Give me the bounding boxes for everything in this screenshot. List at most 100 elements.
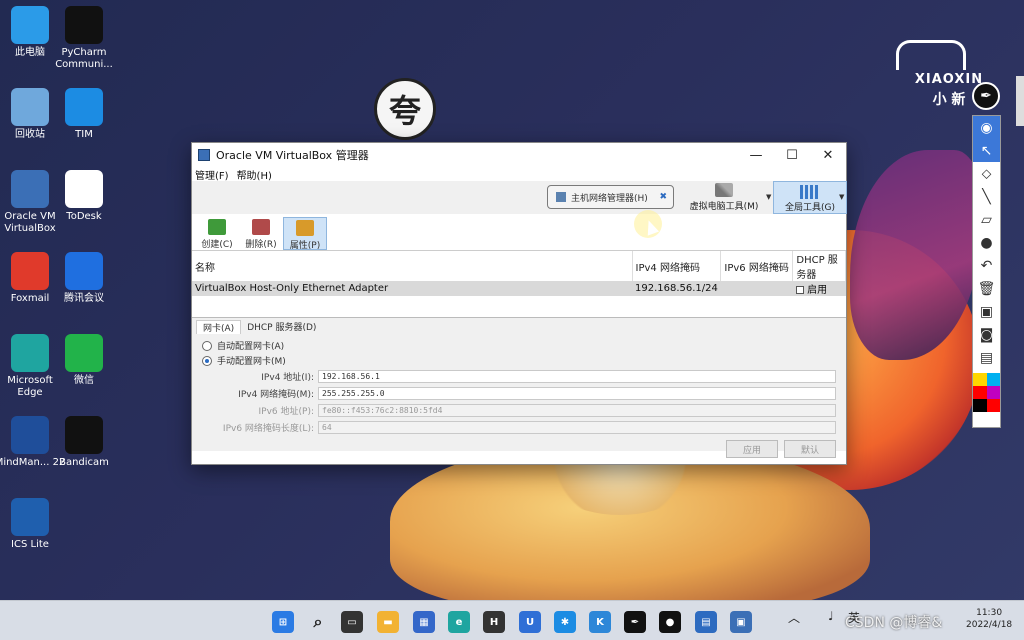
virtualbox-icon bbox=[11, 170, 49, 208]
properties-icon bbox=[296, 220, 314, 236]
ipv6-address-label: IPv6 地址(P): bbox=[258, 407, 314, 417]
ipv4-mask-row: IPv4 网络掩码(M): 255.255.255.0 bbox=[202, 385, 836, 402]
eraser-icon[interactable]: ⬦ bbox=[973, 162, 1000, 185]
button-row: 应用 默认 bbox=[202, 440, 836, 458]
edge-icon bbox=[11, 334, 49, 372]
vm-tools-button[interactable]: 虚拟电脑工具(M) bbox=[682, 183, 766, 213]
ipv6-length-row: IPv6 网络掩码长度(L): 64 bbox=[202, 419, 836, 436]
clock-time: 11:30 bbox=[976, 608, 1003, 618]
virtualbox-taskbar-icon[interactable]: ▣ bbox=[730, 611, 752, 633]
close-button[interactable]: ✕ bbox=[810, 143, 846, 167]
tray-chevron-icon[interactable]: ︿ bbox=[788, 609, 800, 626]
maximize-button[interactable]: ☐ bbox=[774, 143, 810, 167]
pycharm-icon bbox=[65, 6, 103, 44]
edge-taskbar-icon[interactable]: e bbox=[448, 611, 470, 633]
properties-label: 属性(P) bbox=[289, 241, 321, 251]
clipboard-icon[interactable]: ▤ bbox=[973, 346, 1000, 369]
desktop-icon-label: 微信 bbox=[74, 375, 94, 386]
col-dhcp[interactable]: DHCP 服务器 bbox=[792, 251, 846, 281]
menu-help[interactable]: 帮助(H) bbox=[237, 167, 272, 182]
desktop-icon-label: 腾讯会议 bbox=[64, 293, 104, 304]
tab-adapter[interactable]: 网卡(A) bbox=[196, 320, 242, 334]
tencent-meeting-icon bbox=[65, 252, 103, 290]
desktop-icon[interactable]: TIM bbox=[48, 88, 120, 141]
color-palette[interactable] bbox=[973, 373, 1000, 412]
global-tools-label: 全局工具(G) bbox=[785, 203, 835, 213]
menu-manage[interactable]: 管理(F) bbox=[195, 167, 229, 182]
pen-app-icon[interactable]: ✒ bbox=[624, 611, 646, 633]
dhcp-checkbox[interactable] bbox=[795, 286, 804, 294]
desktop-icon-label: PyCharm Communi... bbox=[55, 47, 113, 70]
undo-icon[interactable]: ↶ bbox=[973, 254, 1000, 277]
ipv6-length-field[interactable]: 64 bbox=[318, 421, 836, 434]
radio-manual[interactable]: 手动配置网卡(M) bbox=[202, 353, 836, 368]
radio-auto-button[interactable] bbox=[202, 340, 212, 351]
default-button[interactable]: 默认 bbox=[784, 440, 836, 458]
minimize-button[interactable]: — bbox=[738, 143, 774, 167]
delete-button[interactable]: 删除(R) bbox=[239, 217, 283, 250]
marker-icon[interactable]: ▱ bbox=[973, 208, 1000, 231]
wallpaper-feather bbox=[850, 150, 980, 360]
ipv4-mask-label: IPv4 网络掩码(M): bbox=[238, 390, 314, 400]
table-row[interactable]: VirtualBox Host-Only Ethernet Adapter 19… bbox=[192, 281, 846, 296]
dhcp-label: 启用 bbox=[807, 285, 828, 296]
apply-button[interactable]: 应用 bbox=[726, 440, 778, 458]
k-app-icon[interactable]: K bbox=[589, 611, 611, 633]
eye-icon[interactable]: ◉ bbox=[973, 116, 1000, 139]
properties-button[interactable]: 属性(P) bbox=[283, 217, 327, 251]
chevron-down-icon[interactable]: ▼ bbox=[839, 193, 844, 201]
virtualbox-icon bbox=[198, 149, 210, 161]
ipv4-mask-field[interactable]: 255.255.255.0 bbox=[318, 387, 836, 400]
mic-icon[interactable]: ♩ bbox=[828, 609, 834, 623]
hdx-icon[interactable]: H bbox=[483, 611, 505, 633]
radio-auto[interactable]: 自动配置网卡(A) bbox=[202, 338, 836, 353]
desktop-icon[interactable]: ICS Lite bbox=[0, 498, 66, 551]
trash-icon[interactable]: 🗑 bbox=[973, 277, 1000, 300]
col-ipv6[interactable]: IPv6 网络掩码 bbox=[720, 251, 794, 281]
board-icon[interactable]: ▣ bbox=[973, 300, 1000, 323]
tab-dhcp[interactable]: DHCP 服务器(D) bbox=[241, 320, 322, 334]
adapter-table-area: 名称 IPv4 网络掩码 IPv6 网络掩码 DHCP 服务器 VirtualB… bbox=[192, 250, 846, 318]
line-icon[interactable]: ╲ bbox=[973, 185, 1000, 208]
create-button[interactable]: 创建(C) bbox=[195, 217, 239, 250]
desktop-icon-label: ICS Lite bbox=[11, 539, 49, 550]
adapter-name: VirtualBox Host-Only Ethernet Adapter bbox=[192, 281, 632, 296]
bandicam-taskbar-icon[interactable]: ● bbox=[659, 611, 681, 633]
desktop-icon[interactable]: PyCharm Communi... bbox=[48, 6, 120, 71]
shield-app-icon[interactable]: U bbox=[519, 611, 541, 633]
cursor-icon[interactable]: ↖ bbox=[973, 139, 1000, 162]
col-name[interactable]: 名称 bbox=[192, 251, 633, 281]
start-icon[interactable]: ⊞ bbox=[272, 611, 294, 633]
global-tools-button[interactable]: 全局工具(G) bbox=[773, 181, 847, 214]
chevron-down-icon[interactable]: ▼ bbox=[766, 193, 771, 201]
dot-icon[interactable]: ● bbox=[973, 231, 1000, 254]
ipv6-address-field[interactable]: fe80::f453:76c2:8810:5fd4 bbox=[318, 404, 836, 417]
tool-area: 主机网络管理器(H) ✖ 虚拟电脑工具(M) ▼ 全局工具(G) ▼ bbox=[192, 181, 847, 214]
radio-manual-label: 手动配置网卡(M) bbox=[217, 357, 286, 367]
desktop-icon[interactable]: Bandicam bbox=[48, 416, 120, 469]
tim-taskbar-icon[interactable]: ✱ bbox=[554, 611, 576, 633]
close-tool-icon[interactable]: ✖ bbox=[659, 192, 667, 202]
col-ipv4[interactable]: IPv4 网络掩码 bbox=[632, 251, 722, 281]
network-icon bbox=[556, 192, 566, 202]
desktop-icon[interactable]: ToDesk bbox=[48, 170, 120, 223]
clock-date: 2022/4/18 bbox=[966, 620, 1013, 630]
camera-icon[interactable]: ◙ bbox=[973, 323, 1000, 346]
annotation-toolbar: ◉ ↖ ⬦ ╲ ▱ ● ↶ 🗑 ▣ ◙ ▤ bbox=[972, 115, 1001, 428]
adapter-ipv6 bbox=[720, 281, 793, 296]
desktop-icon-label: ToDesk bbox=[66, 211, 102, 222]
adapter-dhcp: 启用 bbox=[792, 281, 846, 296]
pen-icon[interactable]: ✒ bbox=[972, 82, 1000, 110]
radio-manual-button[interactable] bbox=[202, 355, 212, 366]
ipv4-address-field[interactable]: 192.168.56.1 bbox=[318, 370, 836, 383]
todesk-icon bbox=[65, 170, 103, 208]
desktop-icon[interactable]: 微信 bbox=[48, 334, 120, 387]
host-network-manager-button[interactable]: 主机网络管理器(H) ✖ bbox=[547, 185, 674, 209]
notepad-icon[interactable]: ▤ bbox=[695, 611, 717, 633]
clock[interactable]: 11:30 2022/4/18 bbox=[966, 607, 1012, 631]
task-view-icon[interactable]: ▭ bbox=[341, 611, 363, 633]
search-icon[interactable]: ⌕ bbox=[307, 611, 329, 633]
store-icon[interactable]: ▦ bbox=[413, 611, 435, 633]
file-explorer-icon[interactable]: ▬ bbox=[377, 611, 399, 633]
desktop-icon[interactable]: 腾讯会议 bbox=[48, 252, 120, 305]
